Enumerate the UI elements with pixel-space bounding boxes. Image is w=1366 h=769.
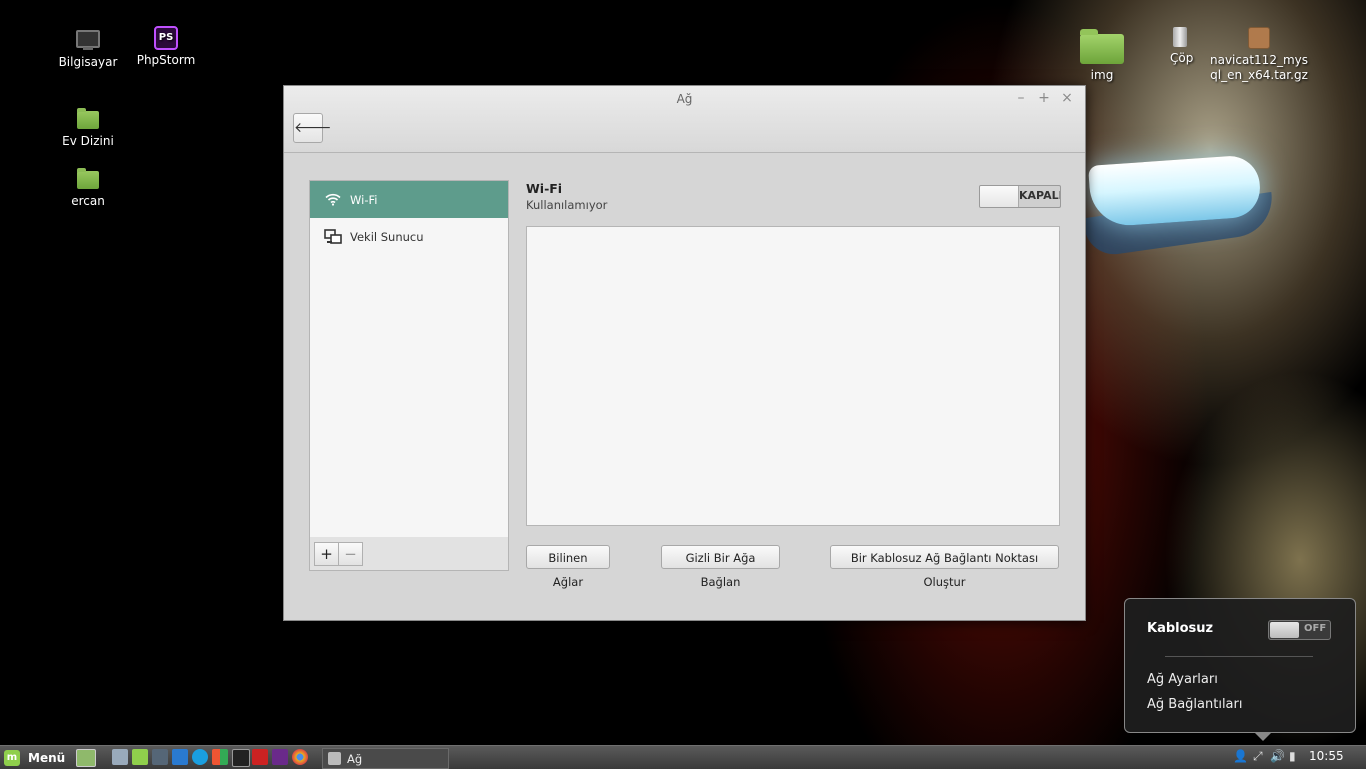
popup-separator	[1165, 656, 1313, 657]
volume-icon[interactable]: 🔊	[1270, 749, 1285, 763]
toggle-knob	[1270, 622, 1299, 638]
known-networks-button[interactable]: Bilinen Ağlar	[526, 545, 610, 589]
desktop-icon-label: img	[1090, 68, 1114, 82]
toggle-label: OFF	[1304, 623, 1327, 634]
desktop-icon-img[interactable]: img	[1057, 28, 1147, 82]
computer-icon	[76, 28, 100, 52]
sidebar-item-label: Vekil Sunucu	[350, 229, 424, 244]
wifi-toggle-switch[interactable]: KAPALI	[979, 185, 1061, 208]
desktop-icon-label: Ev Dizini	[62, 134, 114, 148]
desktop-icon-phpstorm[interactable]: PS PhpStorm	[121, 26, 211, 67]
launcher-office-icon[interactable]	[212, 749, 228, 765]
menu-button[interactable]: m Menü	[4, 749, 65, 766]
window-title: Ağ	[676, 92, 693, 106]
wifi-icon	[324, 191, 342, 209]
launcher-dropbox-icon[interactable]	[172, 749, 188, 765]
archive-icon	[1248, 27, 1270, 49]
window-titlebar[interactable]: Ağ – + × 🡐	[284, 86, 1085, 153]
launcher-filezilla-icon[interactable]	[252, 749, 268, 765]
add-device-button[interactable]: +	[314, 542, 339, 566]
launcher-chrome-icon[interactable]	[292, 749, 308, 765]
switch-knob	[980, 186, 1019, 207]
proxy-icon	[324, 228, 342, 246]
remove-device-button[interactable]: −	[338, 542, 363, 566]
back-button[interactable]: 🡐	[293, 113, 332, 143]
phpstorm-icon: PS	[154, 26, 178, 50]
network-tray-icon[interactable]: ⤢	[1253, 749, 1263, 764]
switch-label: KAPALI	[1019, 189, 1061, 202]
launcher-phpstorm-icon[interactable]	[272, 749, 288, 765]
sidebar-item-label: Wi-Fi	[350, 192, 378, 207]
network-applet-popup: Kablosuz OFF Ağ Ayarları Ağ Bağlantıları	[1124, 598, 1356, 741]
popup-title: Kablosuz	[1147, 621, 1214, 636]
menu-label: Menü	[28, 750, 66, 765]
connect-hidden-network-button[interactable]: Gizli Bir Ağa Bağlan	[661, 545, 780, 589]
minimize-button[interactable]: –	[1013, 90, 1029, 106]
wireless-toggle[interactable]: OFF	[1268, 620, 1331, 640]
taskbar-window-button[interactable]: Ağ	[322, 748, 449, 769]
taskbar-window-label: Ağ	[347, 751, 363, 766]
wallpaper-visor	[1088, 154, 1262, 228]
panel-status: Kullanılamıyor	[526, 198, 608, 212]
desktop-icon-label: Bilgisayar	[58, 55, 118, 69]
launcher-network-icon[interactable]	[152, 749, 168, 765]
folder-icon	[76, 167, 100, 191]
popup-item-network-settings[interactable]: Ağ Ayarları	[1147, 672, 1218, 687]
panel-title: Wi-Fi	[526, 181, 563, 196]
desktop-icon-label: ercan	[71, 194, 105, 208]
launcher-skype-icon[interactable]	[192, 749, 208, 765]
sidebar-item-proxy[interactable]: Vekil Sunucu	[310, 218, 508, 255]
device-sidebar: Wi-Fi Vekil Sunucu	[309, 180, 509, 538]
desktop-icon-label: navicat112_mysql_en_x64.tar.gz	[1210, 53, 1308, 82]
folder-icon	[1080, 28, 1124, 64]
show-desktop-icon[interactable]	[76, 749, 96, 767]
popup-item-network-connections[interactable]: Ağ Bağlantıları	[1147, 697, 1242, 712]
home-folder-icon	[76, 107, 100, 131]
desktop-icon-computer[interactable]: Bilgisayar	[43, 28, 133, 69]
taskbar: m Menü Ağ 👤 ⤢ 🔊 ▮ 10:55	[0, 745, 1366, 769]
sidebar-toolbar: + −	[309, 537, 509, 571]
trash-icon	[1173, 27, 1187, 47]
launcher-folder-icon[interactable]	[132, 749, 148, 765]
user-icon[interactable]: 👤	[1233, 749, 1248, 763]
sidebar-item-wifi[interactable]: Wi-Fi	[310, 181, 508, 218]
desktop-icon-home[interactable]: Ev Dizini	[43, 107, 133, 148]
network-settings-window: Ağ – + × 🡐 Wi-Fi Vekil Sunucu + − Wi-Fi …	[283, 85, 1086, 621]
desktop-icon-ercan[interactable]: ercan	[43, 167, 133, 208]
network-window-icon	[328, 752, 341, 765]
close-button[interactable]: ×	[1059, 90, 1075, 106]
launcher-files-icon[interactable]	[112, 749, 128, 765]
desktop-icon-label: PhpStorm	[136, 53, 196, 67]
network-list[interactable]	[526, 226, 1060, 526]
clock[interactable]: 10:55	[1309, 749, 1344, 763]
maximize-button[interactable]: +	[1036, 90, 1052, 106]
battery-icon[interactable]: ▮	[1289, 749, 1296, 763]
mint-logo-icon: m	[4, 749, 20, 766]
back-arrow-icon: 🡐	[294, 120, 332, 136]
desktop-icon-archive[interactable]: navicat112_mysql_en_x64.tar.gz	[1209, 27, 1309, 83]
launcher-terminal-icon[interactable]	[232, 749, 250, 767]
create-hotspot-button[interactable]: Bir Kablosuz Ağ Bağlantı Noktası Oluştur	[830, 545, 1059, 589]
